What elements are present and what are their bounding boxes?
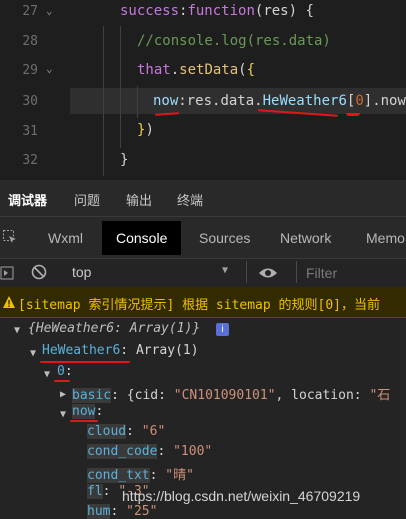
- red-annotation-underline: [40, 361, 130, 363]
- tree-toggle-root[interactable]: ▼: [14, 322, 20, 337]
- console-toolbar: top ▼ Filter: [0, 258, 406, 288]
- eye-icon[interactable]: [258, 265, 278, 279]
- tree-toggle-now[interactable]: ▼: [60, 406, 66, 421]
- index-row: 0:: [57, 364, 73, 379]
- indent-guide: [137, 86, 138, 118]
- sitemap-warning-row: [sitemap 索引情况提示] 根据 sitemap 的规则[0]，当前: [0, 287, 406, 318]
- tree-toggle-basic[interactable]: ▶: [60, 386, 66, 401]
- code-line-29: that.setData({: [137, 62, 256, 78]
- tab-network[interactable]: Network: [280, 230, 331, 246]
- code-line-32: }: [120, 152, 129, 168]
- root-object-summary: {HeWeather6: Array(1)}: [28, 321, 201, 336]
- prop-row: cond_code: "100": [87, 444, 213, 459]
- now-row: now:: [72, 404, 104, 419]
- tab-debugger[interactable]: 调试器: [8, 190, 47, 209]
- code-line-27: success:function(res) {: [120, 3, 314, 19]
- tab-sources[interactable]: Sources: [199, 230, 250, 246]
- tab-wxml[interactable]: Wxml: [48, 230, 83, 246]
- red-annotation-underline: [346, 113, 360, 116]
- tab-issues[interactable]: 问题: [74, 190, 100, 209]
- tab-memory[interactable]: Memo: [366, 230, 405, 246]
- inspect-element-icon[interactable]: [2, 229, 18, 245]
- devtools-panel-tabs: Wxml Console Sources Network Memo: [0, 216, 406, 259]
- devtools-top-tabs: 调试器 问题 输出 终端: [0, 180, 406, 216]
- fold-chevron-icon[interactable]: ⌄: [46, 4, 53, 17]
- line-number: 32: [22, 153, 38, 168]
- filter-placeholder: Filter: [306, 265, 338, 281]
- tree-toggle-index[interactable]: ▼: [44, 366, 50, 381]
- dropdown-arrow-icon: ▼: [222, 265, 229, 276]
- prop-row: cond_txt: "晴": [87, 468, 194, 483]
- heweather-row: HeWeather6: Array(1): [42, 343, 199, 358]
- context-select-value: top: [72, 264, 92, 280]
- tab-output[interactable]: 输出: [126, 190, 152, 209]
- toolbar-divider: [246, 261, 247, 283]
- code-line-28: //console.log(res.data): [137, 33, 331, 49]
- fold-chevron-icon[interactable]: ⌄: [46, 62, 53, 75]
- editor-gutter: 27 28 29 30 31 32 ⌄ ⌄: [0, 0, 58, 180]
- code-editor[interactable]: 27 28 29 30 31 32 ⌄ ⌄ success:function(r…: [0, 0, 406, 180]
- tree-toggle-heweather[interactable]: ▼: [30, 345, 36, 360]
- filter-input[interactable]: Filter: [296, 261, 406, 283]
- line-number: 28: [22, 34, 38, 49]
- tab-console[interactable]: Console: [102, 221, 182, 255]
- red-annotation-underline: [154, 112, 180, 116]
- line-number: 31: [22, 124, 38, 139]
- info-badge-icon[interactable]: i: [216, 323, 229, 336]
- sidebar-toggle-icon[interactable]: [0, 265, 14, 280]
- code-line-31: }): [137, 122, 154, 138]
- line-number: 30: [22, 94, 38, 109]
- basic-row: basic: {cid: "CN101090101", location: "石: [72, 388, 391, 403]
- indent-guide: [120, 26, 121, 148]
- warning-text: [sitemap 索引情况提示] 根据 sitemap 的规则[0]，当前: [18, 298, 381, 313]
- context-select[interactable]: top ▼: [62, 261, 242, 283]
- code-line-30: now:res.data.HeWeather6[0].now: [153, 93, 406, 109]
- prop-row: cloud: "6": [87, 424, 166, 439]
- indent-guide: [103, 26, 104, 176]
- watermark-text: https://blog.csdn.net/weixin_46709219: [122, 488, 361, 504]
- red-annotation-underline: [70, 420, 98, 422]
- line-number: 29: [22, 63, 38, 78]
- warning-icon: [2, 294, 16, 308]
- line-number: 27: [22, 4, 38, 19]
- tab-terminal[interactable]: 终端: [177, 190, 203, 209]
- clear-console-icon[interactable]: [31, 264, 47, 280]
- red-annotation-underline: [54, 380, 70, 382]
